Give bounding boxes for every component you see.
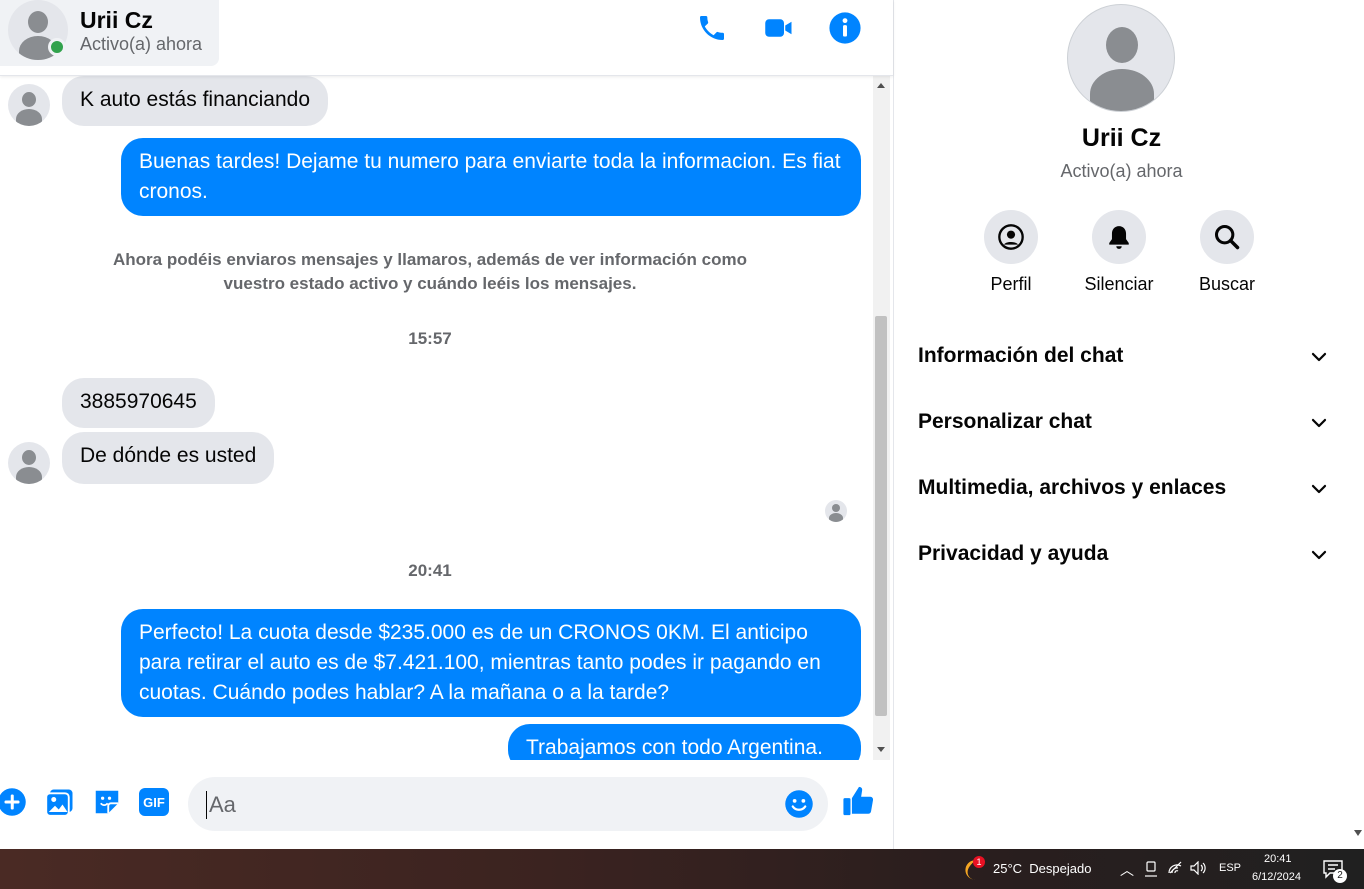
sticker-icon[interactable] <box>90 785 124 819</box>
system-notice-line: Ahora podéis enviaros mensajes y llamaro… <box>113 250 747 269</box>
weather-icon[interactable]: 1 <box>960 856 986 883</box>
profile-label: Perfil <box>990 274 1032 294</box>
gallery-icon[interactable] <box>43 785 77 819</box>
chevron-up-icon[interactable]: ︿ <box>1120 860 1134 880</box>
outgoing-message[interactable]: Buenas tardes! Dejame tu numero para env… <box>121 138 861 216</box>
message-input[interactable] <box>206 791 766 819</box>
language-indicator[interactable]: ESP <box>1219 862 1241 874</box>
thumbs-up-icon[interactable] <box>842 784 876 818</box>
chevron-down-icon <box>1310 348 1328 371</box>
scroll-thumb[interactable] <box>875 316 887 716</box>
volume-icon[interactable] <box>1190 860 1208 878</box>
profile-icon <box>984 210 1038 264</box>
timestamp: 20:41 <box>408 561 452 580</box>
phone-call-icon[interactable] <box>694 10 730 46</box>
sidebar-scroll-down-arrow[interactable] <box>1354 830 1362 836</box>
message-scrollbar[interactable] <box>873 76 890 760</box>
plus-icon[interactable] <box>0 785 29 819</box>
gif-icon[interactable]: GIF <box>137 785 171 819</box>
profile-status: Activo(a) ahora <box>1060 161 1183 181</box>
wifi-icon[interactable] <box>1168 861 1184 878</box>
profile-button[interactable]: Perfil <box>961 210 1061 295</box>
sender-avatar[interactable] <box>8 442 50 484</box>
incoming-message[interactable]: K auto estás financiando <box>62 76 328 126</box>
online-status-dot <box>48 38 66 56</box>
chevron-down-icon <box>1310 546 1328 569</box>
section-customize-chat[interactable]: Personalizar chat <box>918 404 1328 444</box>
mute-label: Silenciar <box>1084 274 1154 294</box>
clock-time[interactable]: 20:41 <box>1264 853 1292 865</box>
video-call-icon[interactable] <box>761 10 797 46</box>
search-button[interactable]: Buscar <box>1177 210 1277 295</box>
read-receipt-avatar <box>825 500 847 522</box>
info-icon[interactable] <box>827 10 863 46</box>
notification-count: 2 <box>1333 869 1347 883</box>
composer: GIF <box>0 760 893 849</box>
header-user-info[interactable]: Urii Cz Activo(a) ahora <box>0 0 219 66</box>
profile-name: Urii Cz <box>1081 124 1162 152</box>
chevron-down-icon <box>1310 414 1328 437</box>
search-label: Buscar <box>1198 274 1256 294</box>
section-chat-info[interactable]: Información del chat <box>918 338 1328 378</box>
system-notice-line: vuestro estado activo y cuándo leéis los… <box>223 274 637 293</box>
section-title: Privacidad y ayuda <box>918 542 1109 565</box>
bell-icon <box>1092 210 1146 264</box>
sender-avatar[interactable] <box>8 84 50 126</box>
search-icon <box>1200 210 1254 264</box>
chevron-down-icon <box>1310 480 1328 503</box>
mute-button[interactable]: Silenciar <box>1069 210 1169 295</box>
section-media-files-links[interactable]: Multimedia, archivos y enlaces <box>918 470 1328 510</box>
outgoing-message[interactable]: Trabajamos con todo Argentina. <box>508 724 861 760</box>
chat-details-sidebar: Urii Cz Activo(a) ahora Perfil Silenciar… <box>893 0 1364 849</box>
timestamp: 15:57 <box>408 329 452 348</box>
emoji-icon[interactable] <box>784 789 814 824</box>
meet-now-icon[interactable] <box>1144 861 1158 880</box>
contact-status: Activo(a) ahora <box>80 34 203 54</box>
scroll-down-arrow[interactable] <box>877 747 885 752</box>
clock-date[interactable]: 6/12/2024 <box>1252 871 1301 883</box>
incoming-message[interactable]: De dónde es usted <box>62 432 275 484</box>
section-privacy-help[interactable]: Privacidad y ayuda <box>918 536 1328 576</box>
incoming-message[interactable]: 3885970645 <box>62 378 215 428</box>
chat-panel: Urii Cz Activo(a) ahora K auto estás fin… <box>0 0 893 849</box>
system-notice: Ahora podéis enviaros mensajes y llamaro… <box>100 248 760 296</box>
weather-text[interactable]: 25°C Despejado <box>993 861 1091 876</box>
message-input-box[interactable] <box>188 777 828 831</box>
contact-name[interactable]: Urii Cz <box>80 7 153 34</box>
profile-avatar[interactable] <box>1067 4 1175 112</box>
scroll-up-arrow[interactable] <box>877 83 885 88</box>
notifications-icon[interactable]: 2 <box>1322 859 1347 883</box>
taskbar: 1 25°C Despejado ︿ ESP 20:41 6/12/2024 2 <box>0 849 1364 889</box>
outgoing-message[interactable]: Perfecto! La cuota desde $235.000 es de … <box>121 609 861 717</box>
weather-badge: 1 <box>973 856 985 868</box>
chat-header: Urii Cz Activo(a) ahora <box>0 0 893 76</box>
gif-label: GIF <box>139 788 169 816</box>
message-list[interactable]: K auto estás financiando Buenas tardes! … <box>0 76 873 760</box>
section-title: Multimedia, archivos y enlaces <box>918 476 1227 499</box>
section-title: Personalizar chat <box>918 410 1092 433</box>
section-title: Información del chat <box>918 344 1124 367</box>
